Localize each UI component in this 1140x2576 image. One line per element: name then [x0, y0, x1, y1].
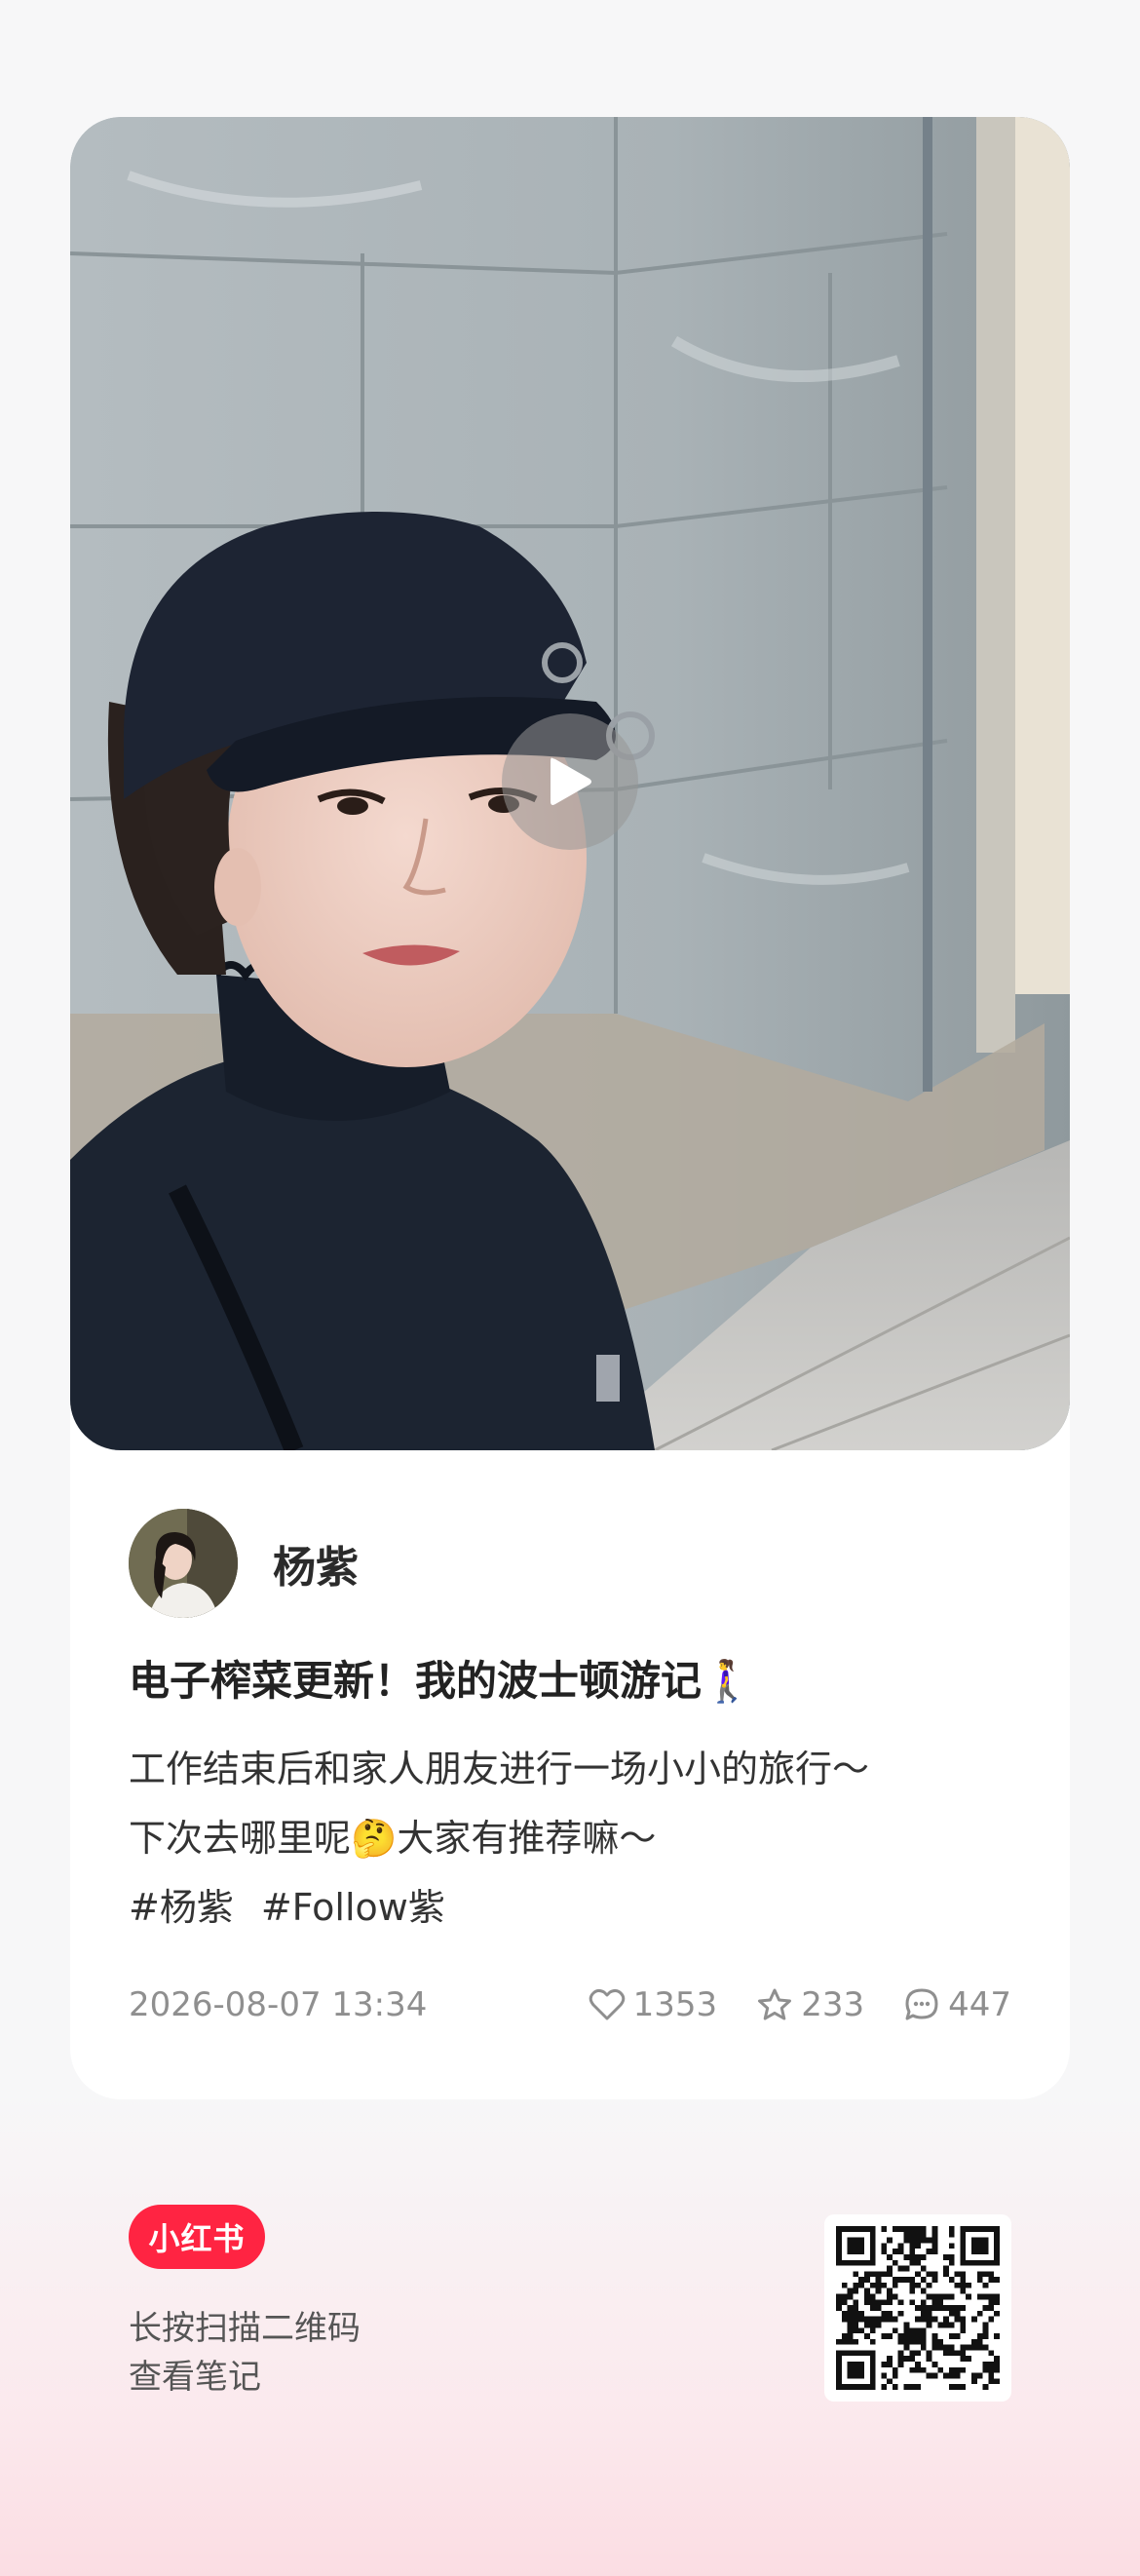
- comment-count[interactable]: 447: [903, 1985, 1011, 2024]
- collect-count[interactable]: 233: [756, 1985, 864, 2024]
- play-button[interactable]: [502, 713, 638, 850]
- scan-hint: 长按扫描二维码 查看笔记: [129, 2304, 361, 2402]
- qr-code[interactable]: [824, 2214, 1011, 2402]
- avatar-image: [129, 1509, 238, 1618]
- like-count-value: 1353: [632, 1985, 718, 2024]
- note-meta: 2026-08-07 13:34 1353 233 447: [129, 1980, 1011, 2029]
- author-row[interactable]: 杨紫: [129, 1509, 359, 1618]
- comment-count-value: 447: [948, 1985, 1011, 2024]
- heart-icon: [589, 1988, 625, 2020]
- hashtag-link[interactable]: #杨紫: [129, 1886, 234, 1929]
- note-body: 工作结束后和家人朋友进行一场小小的旅行～ 下次去哪里呢🤔大家有推荐嘛～ #杨紫 #…: [129, 1735, 1025, 1942]
- note-body-line: 工作结束后和家人朋友进行一场小小的旅行～: [129, 1748, 870, 1790]
- qr-code-image: [836, 2226, 1000, 2390]
- star-icon: [758, 1988, 792, 2020]
- hashtag-link[interactable]: #Follow紫: [261, 1886, 445, 1929]
- note-title: 电子榨菜更新！我的波士顿游记🚶‍♀️: [129, 1657, 753, 1705]
- brand-logo: 小红书: [129, 2205, 265, 2269]
- author-name[interactable]: 杨紫: [273, 1532, 359, 1595]
- tag-list: #杨紫 #Follow紫: [129, 1873, 1025, 1942]
- note-body-line: 下次去哪里呢🤔大家有推荐嘛～: [129, 1817, 657, 1860]
- play-icon: [551, 757, 591, 805]
- note-card: 杨紫 电子榨菜更新！我的波士顿游记🚶‍♀️ 工作结束后和家人朋友进行一场小小的旅…: [70, 117, 1070, 2099]
- scan-hint-line: 长按扫描二维码: [129, 2309, 361, 2348]
- avatar[interactable]: [129, 1509, 238, 1618]
- post-date: 2026-08-07 13:34: [129, 1985, 428, 2024]
- like-count[interactable]: 1353: [589, 1985, 718, 2024]
- video-cover[interactable]: [70, 117, 1070, 1450]
- comment-icon: [905, 1988, 938, 2020]
- collect-count-value: 233: [801, 1985, 865, 2024]
- scan-hint-line: 查看笔记: [129, 2358, 261, 2397]
